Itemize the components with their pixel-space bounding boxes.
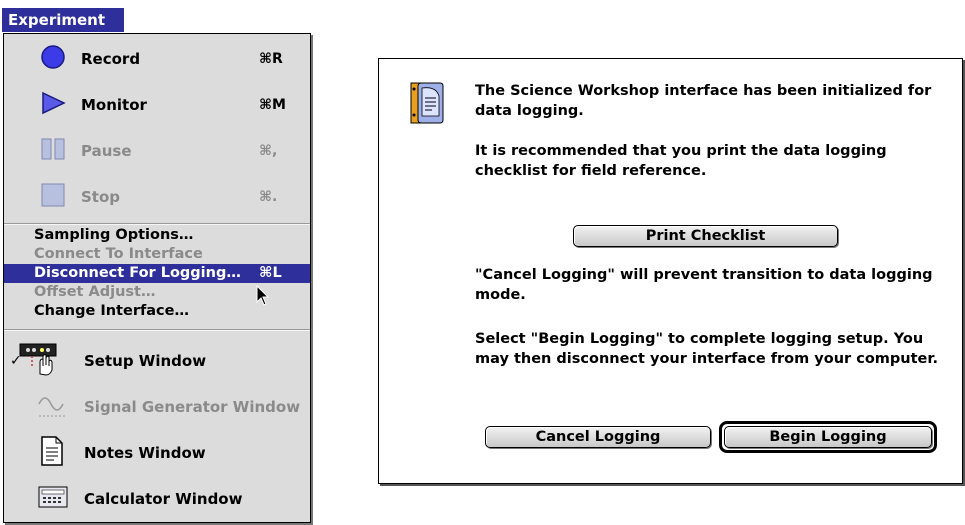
menu-divider (4, 223, 310, 225)
record-circle-icon (40, 44, 66, 74)
cancel-logging-button[interactable]: Cancel Logging (485, 426, 711, 448)
dialog-message-recommendation: It is recommended that you print the dat… (475, 143, 887, 179)
dialog-message-cancel-info: "Cancel Logging" will prevent transition… (475, 267, 933, 303)
menu-item-pause[interactable]: Pause ⌘, (4, 128, 310, 174)
shortcut-label: ⌘. (259, 189, 278, 205)
menu-item-label: Disconnect For Logging… (34, 265, 241, 281)
menu-item-label: Monitor (81, 96, 147, 114)
dialog-message-initialized: The Science Workshop interface has been … (475, 83, 932, 119)
menu-item-label: Calculator Window (84, 490, 243, 508)
menu-item-record[interactable]: Record ⌘R (4, 36, 310, 82)
sine-wave-icon (37, 390, 71, 424)
print-checklist-button[interactable]: Print Checklist (573, 225, 838, 247)
setup-interface-hand-icon (18, 342, 64, 380)
menu-item-monitor[interactable]: Monitor ⌘M (4, 82, 310, 128)
menu-item-label: Setup Window (84, 352, 207, 370)
menu-item-setup-window[interactable]: ✓ Setup Window (4, 338, 310, 384)
menu-item-signal-generator-window[interactable]: Signal Generator Window (4, 384, 310, 430)
menu-item-label: Record (81, 50, 141, 68)
experiment-menu: Record ⌘R Monitor ⌘M Pause ⌘, Stop ⌘. Sa… (3, 33, 311, 523)
menu-item-disconnect-for-logging[interactable]: Disconnect For Logging… ⌘L (4, 264, 310, 283)
shortcut-label: ⌘R (259, 51, 283, 67)
menu-divider (4, 329, 310, 331)
note-alert-icon (410, 82, 444, 128)
stop-square-icon (40, 183, 66, 211)
document-icon (40, 436, 64, 470)
monitor-triangle-icon (40, 91, 66, 119)
dialog-message-begin-info: Select "Begin Logging" to complete loggi… (475, 331, 938, 367)
shortcut-label: ⌘L (259, 265, 282, 281)
mouse-pointer-icon (256, 284, 270, 311)
shortcut-label: ⌘M (259, 97, 286, 113)
menu-item-label: Signal Generator Window (84, 398, 301, 416)
menu-item-connect-to-interface[interactable]: Connect To Interface (4, 245, 310, 264)
shortcut-label: ⌘, (259, 143, 278, 159)
menu-item-stop[interactable]: Stop ⌘. (4, 174, 310, 220)
menu-item-notes-window[interactable]: Notes Window (4, 430, 310, 476)
logging-alert-dialog: The Science Workshop interface has been … (378, 58, 963, 484)
pause-bars-icon (40, 137, 66, 165)
menu-item-label: Stop (81, 188, 121, 206)
menu-item-label: Notes Window (84, 444, 206, 462)
calculator-icon (38, 485, 68, 513)
menu-item-sampling-options[interactable]: Sampling Options… (4, 226, 310, 245)
menu-item-label: Pause (81, 142, 132, 160)
begin-logging-button[interactable]: Begin Logging (724, 426, 932, 448)
experiment-menu-title[interactable]: Experiment (2, 8, 124, 32)
menu-item-calculator-window[interactable]: Calculator Window (4, 476, 310, 522)
